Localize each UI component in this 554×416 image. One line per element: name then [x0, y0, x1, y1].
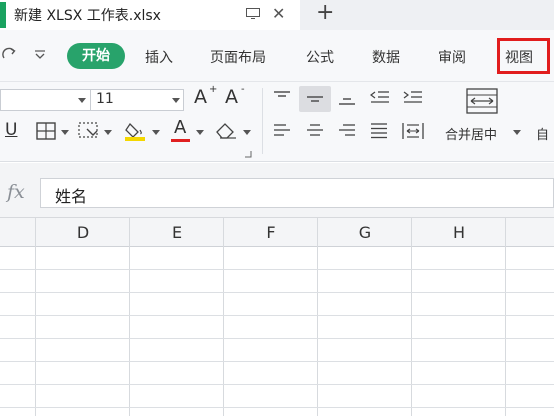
shrink-font-icon[interactable]: A — [225, 86, 238, 108]
align-middle-icon — [307, 96, 323, 102]
formula-input[interactable] — [40, 178, 554, 208]
merge-center-label[interactable]: 合并居中 — [445, 124, 497, 143]
font-color-caret-icon[interactable] — [196, 130, 204, 135]
grid-line — [0, 269, 554, 270]
grow-font-icon[interactable]: A — [194, 86, 207, 108]
grid-line — [35, 218, 36, 416]
menu-item-insert[interactable]: 插入 — [145, 47, 173, 67]
grid-line — [129, 218, 130, 416]
distributed-align-icon[interactable] — [402, 122, 424, 140]
wps-sheet-icon — [0, 2, 6, 28]
font-name-field[interactable] — [0, 89, 90, 111]
align-left-icon[interactable] — [273, 123, 291, 139]
cell-style-caret-icon[interactable] — [104, 130, 112, 135]
grid-line — [0, 292, 554, 293]
grid-line — [223, 218, 224, 416]
menu-item-formulas[interactable]: 公式 — [306, 47, 334, 67]
decrease-indent-icon[interactable] — [370, 90, 390, 106]
borders-icon[interactable] — [36, 122, 56, 140]
grid-line — [317, 218, 318, 416]
monitor-icon[interactable] — [246, 8, 260, 19]
merge-center-caret-icon[interactable] — [513, 130, 521, 135]
autowrap-label[interactable]: 自 — [536, 124, 549, 143]
font-color-bar — [171, 139, 190, 142]
align-center-icon[interactable] — [306, 123, 324, 139]
cell-style-icon[interactable] — [78, 121, 100, 141]
grid-line — [505, 218, 506, 416]
column-header-g[interactable]: G — [318, 218, 412, 247]
grid-line — [0, 407, 554, 408]
column-header-h[interactable]: H — [412, 218, 506, 247]
fill-color-icon[interactable] — [124, 120, 148, 142]
font-size-caret-icon[interactable] — [172, 98, 180, 103]
column-header-f[interactable]: F — [224, 218, 318, 247]
underline-icon[interactable]: U — [5, 120, 17, 140]
new-tab-button[interactable]: + — [316, 1, 334, 25]
column-header-e[interactable]: E — [130, 218, 224, 247]
fx-icon[interactable]: fx — [7, 181, 25, 203]
close-tab-icon[interactable]: ✕ — [272, 6, 285, 22]
justify-icon[interactable] — [370, 123, 388, 139]
menu-item-review[interactable]: 审阅 — [438, 47, 466, 67]
grow-font-plus: + — [209, 84, 218, 95]
font-color-icon[interactable]: A — [174, 117, 186, 138]
grid-line — [0, 315, 554, 316]
align-right-icon[interactable] — [338, 123, 356, 139]
redo-icon[interactable] — [2, 46, 18, 62]
increase-indent-icon[interactable] — [403, 90, 423, 106]
grid-line — [411, 218, 412, 416]
align-top-icon[interactable] — [273, 90, 291, 106]
ribbon-separator — [262, 88, 263, 154]
grid-line — [0, 361, 554, 362]
clear-format-icon[interactable] — [214, 120, 238, 140]
font-size-value: 11 — [96, 91, 114, 107]
font-dialog-launcher-icon[interactable] — [244, 150, 252, 158]
shrink-font-minus: - — [241, 84, 245, 95]
merge-center-icon[interactable] — [466, 88, 498, 114]
grid-line — [0, 384, 554, 385]
font-name-caret-icon[interactable] — [78, 98, 86, 103]
grid-line — [0, 338, 554, 339]
tab-title: 新建 XLSX 工作表.xlsx — [14, 8, 161, 24]
fill-color-caret-icon[interactable] — [152, 130, 160, 135]
column-header-d[interactable]: D — [36, 218, 130, 247]
view-highlight-box — [497, 38, 550, 74]
clear-format-caret-icon[interactable] — [243, 130, 251, 135]
align-bottom-icon[interactable] — [338, 90, 356, 106]
formula-value: 姓名 — [55, 187, 88, 206]
chevron-down-icon[interactable] — [34, 50, 46, 60]
menu-item-home[interactable]: 开始 — [67, 43, 125, 69]
borders-caret-icon[interactable] — [61, 130, 69, 135]
menu-item-page-layout[interactable]: 页面布局 — [210, 47, 266, 67]
menu-item-data[interactable]: 数据 — [372, 47, 400, 67]
